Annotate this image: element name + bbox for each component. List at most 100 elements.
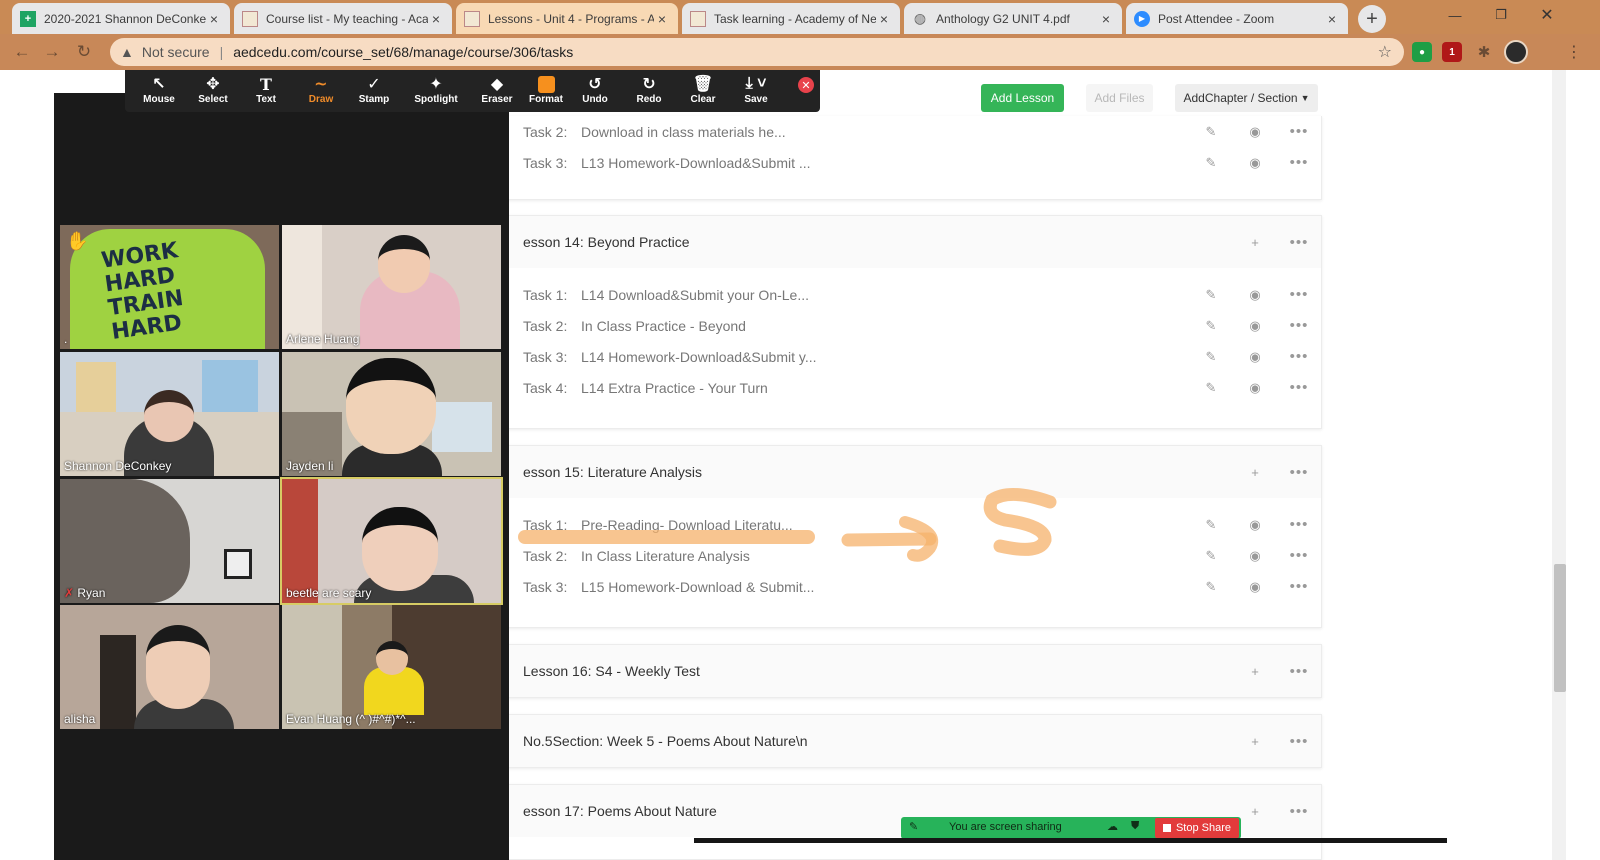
edit-pencil-icon[interactable]: ✎ [1189,124,1233,140]
tab-zoom[interactable]: ▶ Post Attendee - Zoom × [1126,3,1348,34]
eye-icon[interactable]: ◉ [1233,287,1277,303]
task-row[interactable]: Task 3: L15 Homework-Download & Submit..… [501,571,1321,602]
add-chapter-section-button[interactable]: AddChapter / Section ▼ [1175,84,1318,112]
more-dots-icon[interactable]: ••• [1277,123,1321,140]
edit-pencil-icon[interactable]: ✎ [1189,579,1233,595]
redo-tool[interactable]: ↻ Redo [622,74,676,110]
lesson-header[interactable]: esson 14: Beyond Practice + ••• [501,216,1321,268]
forward-icon[interactable]: → [40,40,64,64]
tab-lessons[interactable]: Lessons - Unit 4 - Programs - A × [456,3,678,34]
eye-icon[interactable]: ◉ [1233,579,1277,595]
tab-spreadsheet[interactable]: + 2020-2021 Shannon DeConkey × [12,3,230,34]
video-tile[interactable]: Evan Huang (^ )#^#)*^... [282,605,501,729]
save-tool[interactable]: ⤓ ˅ Save [729,74,783,110]
scrollbar-thumb[interactable] [1554,564,1566,692]
text-tool[interactable]: T Text [239,74,293,110]
eye-icon[interactable]: ◉ [1233,155,1277,171]
select-tool[interactable]: ✥ Select [186,74,240,110]
extension-ublock-icon[interactable]: 1 [1442,42,1462,62]
clear-tool[interactable]: 🗑 Clear [676,74,730,110]
edit-pencil-icon[interactable]: ✎ [1189,517,1233,533]
eye-icon[interactable]: ◉ [1233,517,1277,533]
plus-icon[interactable]: + [1233,235,1277,250]
video-tile[interactable]: ✗ Ryan [60,479,279,603]
video-tile[interactable]: alisha [60,605,279,729]
edit-pencil-icon[interactable]: ✎ [1189,548,1233,564]
extensions-puzzle-icon[interactable]: ✱ [1474,42,1494,62]
reload-icon[interactable]: ↻ [72,40,96,64]
more-dots-icon[interactable]: ••• [1277,154,1321,171]
restore-icon[interactable]: ❐ [1478,0,1524,30]
tab-close-icon[interactable]: × [428,11,444,27]
more-dots-icon[interactable]: ••• [1277,379,1321,396]
add-lesson-button[interactable]: Add Lesson [981,84,1064,112]
task-row[interactable]: Task 1: Pre-Reading- Download Literatu..… [501,509,1321,540]
task-row[interactable]: Task 2: Download in class materials he..… [501,116,1321,147]
more-dots-icon[interactable]: ••• [1277,547,1321,564]
more-menu-icon[interactable]: ⋮ [1566,42,1582,62]
bookmark-star-icon[interactable]: ☆ [1378,42,1392,62]
tab-anthology-pdf[interactable]: ◍ Anthology G2 UNIT 4.pdf × [904,3,1122,34]
plus-icon[interactable]: + [1233,804,1277,819]
more-dots-icon[interactable]: ••• [1277,234,1321,251]
address-bar[interactable]: ▲ Not secure | aedcedu.com/course_set/68… [110,38,1404,66]
tab-close-icon[interactable]: × [206,11,222,27]
more-dots-icon[interactable]: ••• [1277,578,1321,595]
edit-pencil-icon[interactable]: ✎ [1189,349,1233,365]
task-row[interactable]: Task 3: L14 Homework-Download&Submit y..… [501,341,1321,372]
tab-course-list[interactable]: Course list - My teaching - Aca × [234,3,452,34]
page-scrollbar[interactable] [1552,70,1566,860]
task-row[interactable]: Task 1: L14 Download&Submit your On-Le..… [501,279,1321,310]
back-icon[interactable]: ← [10,40,34,64]
video-tile[interactable]: Arlene Huang [282,225,501,349]
mouse-tool[interactable]: ↖ Mouse [132,74,186,110]
extension-chat-icon[interactable]: ● [1412,42,1432,62]
more-dots-icon[interactable]: ••• [1277,464,1321,481]
more-dots-icon[interactable]: ••• [1277,317,1321,334]
spotlight-tool[interactable]: ✦ Spotlight [409,74,463,110]
stamp-tool[interactable]: ✓ Stamp [347,74,401,110]
task-row[interactable]: Task 2: In Class Literature Analysis ✎ ◉ •… [501,540,1321,571]
tab-close-icon[interactable]: × [1098,11,1114,27]
tab-close-icon[interactable]: × [1324,11,1340,27]
eye-icon[interactable]: ◉ [1233,548,1277,564]
edit-pencil-icon[interactable]: ✎ [1189,155,1233,171]
task-row[interactable]: Task 3: L13 Homework-Download&Submit ...… [501,147,1321,178]
format-tool[interactable]: Format [519,74,573,110]
eye-icon[interactable]: ◉ [1233,124,1277,140]
avatar[interactable] [1504,40,1528,64]
close-annotation-icon[interactable]: ✕ [798,77,814,93]
more-dots-icon[interactable]: ••• [1277,516,1321,533]
video-tile[interactable]: Jayden li [282,352,501,476]
undo-tool[interactable]: ↺ Undo [568,74,622,110]
eraser-tool[interactable]: ◆ Eraser [470,74,524,110]
task-row[interactable]: Task 2: In Class Practice - Beyond ✎ ◉ ••• [501,310,1321,341]
tab-task-learning[interactable]: Task learning - Academy of Ne × [682,3,900,34]
stop-share-button[interactable]: Stop Share [1155,818,1239,838]
plus-icon[interactable]: + [1233,465,1277,480]
more-dots-icon[interactable]: ••• [1277,663,1321,680]
section-header[interactable]: No.5Section: Week 5 - Poems About Nature… [501,715,1321,767]
more-dots-icon[interactable]: ••• [1277,286,1321,303]
video-tile[interactable]: WORK HARD TRAIN HARD ✋ . [60,225,279,349]
more-dots-icon[interactable]: ••• [1277,348,1321,365]
video-tile-active-speaker[interactable]: beetle are scary [280,477,503,605]
more-dots-icon[interactable]: ••• [1277,803,1321,820]
tab-close-icon[interactable]: × [654,11,670,27]
plus-icon[interactable]: + [1233,734,1277,749]
edit-pencil-icon[interactable]: ✎ [1189,380,1233,396]
eye-icon[interactable]: ◉ [1233,380,1277,396]
grip-icon[interactable]: ✎ [909,820,918,833]
eye-icon[interactable]: ◉ [1233,349,1277,365]
eye-icon[interactable]: ◉ [1233,318,1277,334]
plus-icon[interactable]: + [1233,664,1277,679]
tab-close-icon[interactable]: × [876,11,892,27]
close-window-icon[interactable]: ✕ [1524,0,1570,30]
video-tile[interactable]: Shannon DeConkey [60,352,279,476]
lesson-header[interactable]: esson 15: Literature Analysis + ••• [501,446,1321,498]
draw-tool[interactable]: ∼ Draw [294,74,348,110]
edit-pencil-icon[interactable]: ✎ [1189,287,1233,303]
add-files-button[interactable]: Add Files [1086,84,1153,112]
task-row[interactable]: Task 4: L14 Extra Practice - Your Turn ✎… [501,372,1321,403]
more-dots-icon[interactable]: ••• [1277,733,1321,750]
